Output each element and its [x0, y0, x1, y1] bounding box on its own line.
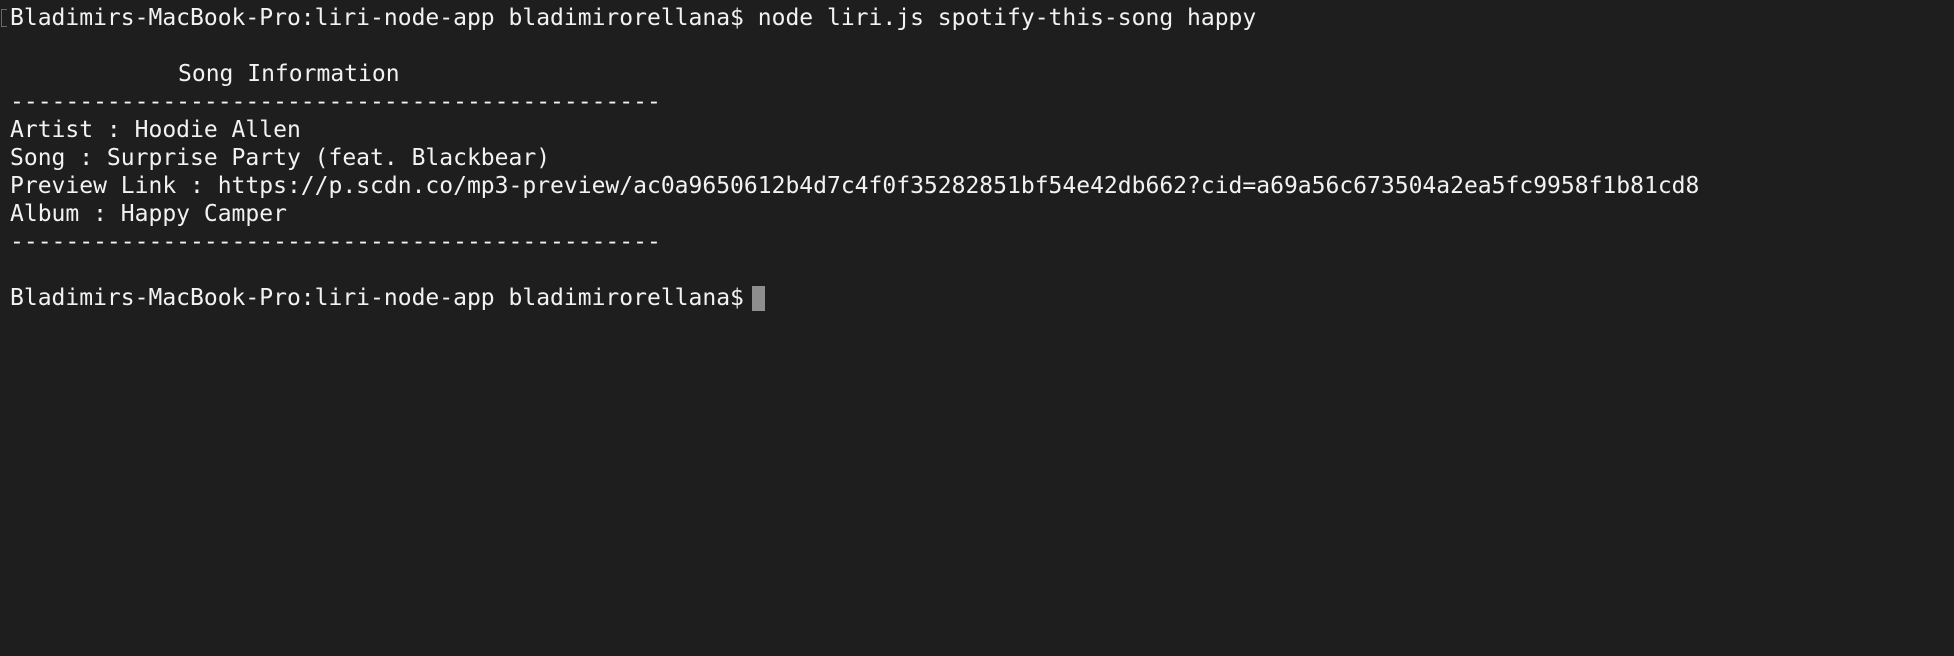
separator-top: ----------------------------------------… [10, 89, 661, 115]
command-line: Bladimirs-MacBook-Pro:liri-node-app blad… [10, 5, 1257, 31]
text-cursor [751, 285, 765, 311]
separator-bottom: ----------------------------------------… [10, 229, 661, 255]
terminal-window[interactable]: Bladimirs-MacBook-Pro:liri-node-app blad… [0, 0, 1954, 656]
album-line: Album : Happy Camper [10, 201, 287, 227]
song-info-header: Song Information [178, 61, 400, 87]
song-line: Song : Surprise Party (feat. Blackbear) [10, 145, 551, 171]
artist-line: Artist : Hoodie Allen [10, 117, 301, 143]
prompt-line[interactable]: Bladimirs-MacBook-Pro:liri-node-app blad… [10, 284, 1954, 312]
line-marker-icon [1, 9, 7, 27]
preview-link-line[interactable]: Preview Link : https://p.scdn.co/mp3-pre… [10, 172, 1954, 200]
prompt-text: Bladimirs-MacBook-Pro:liri-node-app blad… [10, 285, 744, 311]
